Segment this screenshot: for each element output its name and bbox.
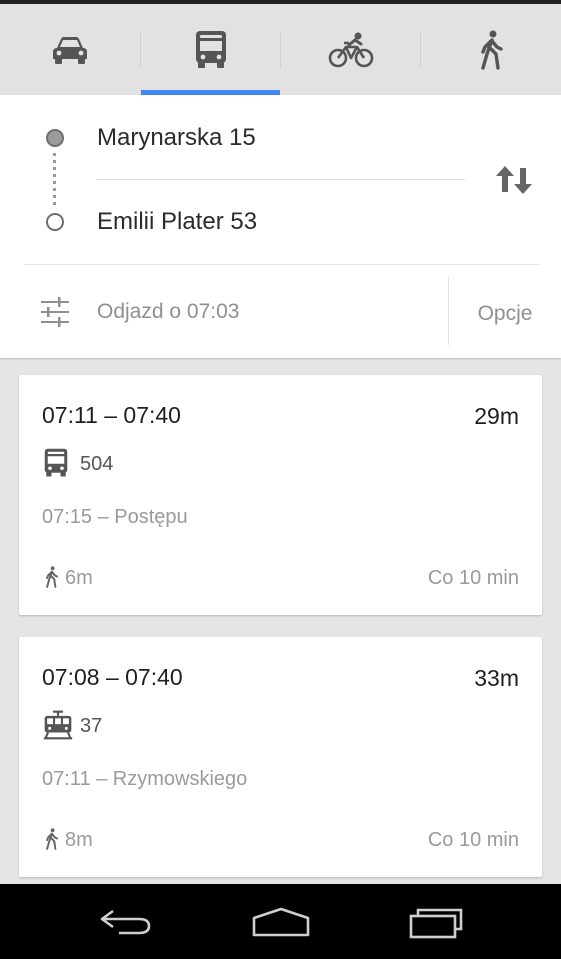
walking-time: 6m [65,567,93,589]
tab-transit[interactable] [141,4,281,95]
route-card-divider [24,264,539,265]
home-icon [252,907,310,936]
route-duration: 29m [474,403,519,429]
departure-time-selector[interactable]: Odjazd o 07:03 [0,270,448,358]
route-duration: 33m [474,665,519,691]
route-time-range: 07:08 – 07:40 [42,664,183,690]
bus-icon [196,30,226,68]
origin-field[interactable]: Marynarska 15 [97,124,256,152]
maps-directions-screen: Marynarska 15 Emilii Plater 53 Odjazd o … [0,0,561,959]
destination-field[interactable]: Emilii Plater 53 [97,208,257,236]
walking-icon [46,828,58,850]
system-navigation-bar [0,884,561,959]
field-divider [96,179,465,180]
walking-time: 8m [65,829,93,851]
options-button[interactable]: Opcje [449,270,561,358]
walking-icon [46,566,58,588]
swap-icon [496,166,532,194]
bicycle-icon [328,32,374,67]
route-result-card[interactable]: 07:11 – 07:40 29m 504 07:15 – Postępu 6m… [19,375,542,615]
route-dotted-line [53,153,56,207]
walking-icon [481,30,503,70]
bus-icon [44,448,68,477]
recent-apps-button[interactable] [378,884,498,959]
swap-directions-button[interactable] [490,160,538,200]
departure-time-label: Odjazd o 07:03 [97,300,240,323]
sliders-icon [41,297,69,327]
route-time-range: 07:11 – 07:40 [42,402,181,428]
origin-dot-icon [46,129,64,147]
home-button[interactable] [221,884,341,959]
recent-apps-icon [409,908,463,938]
back-icon [100,909,151,934]
tab-walking[interactable] [421,4,561,95]
car-icon [53,36,87,64]
service-frequency: Co 10 min [427,829,519,851]
tab-cycling[interactable] [281,4,421,95]
transit-line-number: 504 [80,453,114,475]
departure-stop: 07:15 – Postępu [42,506,188,528]
back-button[interactable] [65,884,185,959]
tab-driving[interactable] [0,4,140,95]
destination-dot-icon [46,213,64,231]
service-frequency: Co 10 min [427,567,519,589]
tram-icon [43,710,73,740]
transit-line-number: 37 [80,715,103,737]
departure-stop: 07:11 – Rzymowskiego [42,768,248,790]
travel-mode-tabs [0,0,561,99]
route-result-card[interactable]: 07:08 – 07:40 33m 37 07:11 – Rzymowskieg… [19,637,542,877]
